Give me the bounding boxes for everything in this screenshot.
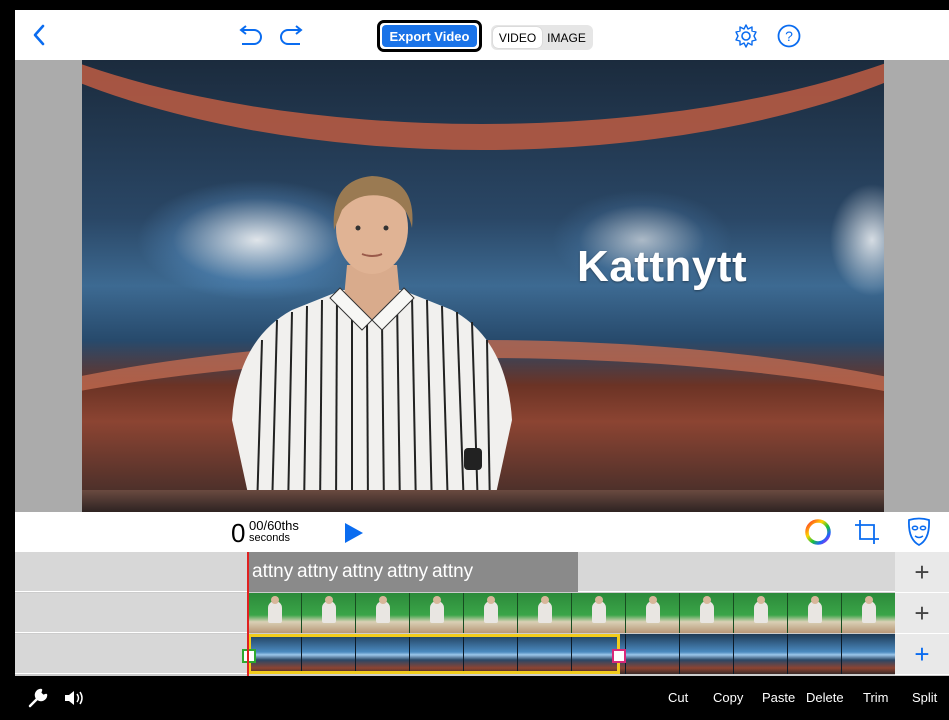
title-clip[interactable]: attny attny attny attny attny: [248, 552, 578, 592]
clip-thumbnail: [788, 593, 842, 633]
redo-icon[interactable]: [277, 23, 307, 47]
plus-icon: +: [914, 639, 930, 669]
studio-arc: [82, 60, 884, 150]
crop-icon[interactable]: [853, 518, 881, 546]
clip-thumbnail: [518, 593, 572, 633]
svg-text:?: ?: [785, 28, 793, 44]
play-icon[interactable]: [343, 522, 365, 549]
trim-end-handle[interactable]: [612, 649, 626, 663]
clip-thumbnail: [626, 593, 680, 633]
greenscreen-clip[interactable]: [248, 593, 895, 633]
clip-thumbnail: [680, 593, 734, 633]
back-chevron-icon[interactable]: [27, 22, 51, 48]
plus-icon: +: [914, 598, 930, 628]
mask-icon[interactable]: [904, 516, 934, 548]
playhead[interactable]: [247, 552, 249, 676]
copy-button[interactable]: Copy: [713, 690, 743, 705]
clip-thumbnail: [410, 593, 464, 633]
add-overlay-track-button[interactable]: +: [895, 593, 949, 634]
clip-thumbnail: [302, 593, 356, 633]
plus-icon: +: [914, 557, 930, 587]
trim-start-handle[interactable]: [242, 649, 256, 663]
mode-segmented-control: VIDEO IMAGE: [491, 25, 593, 50]
clip-thumbnail: [734, 593, 788, 633]
clip-thumbnail: [572, 593, 626, 633]
color-wheel-icon[interactable]: [803, 517, 833, 547]
clip-thumbnail: [842, 634, 895, 674]
clip-thumbnail: [464, 593, 518, 633]
clip-thumbnail: [248, 593, 302, 633]
add-background-track-button[interactable]: +: [895, 634, 949, 675]
playback-bar: 0 00/60ths seconds: [15, 512, 949, 552]
clip-thumbnail: [788, 634, 842, 674]
split-button[interactable]: Split: [912, 690, 937, 705]
paste-button[interactable]: Paste: [762, 690, 795, 705]
wrench-icon[interactable]: [26, 686, 50, 710]
undo-icon[interactable]: [235, 23, 265, 47]
presenter-image: [232, 176, 512, 512]
mode-video-tab[interactable]: VIDEO: [493, 27, 542, 48]
title-overlay-text[interactable]: Kattnytt: [577, 242, 747, 292]
preview-area: Kattnytt: [15, 60, 949, 512]
delete-button[interactable]: Delete: [806, 690, 844, 705]
add-title-track-button[interactable]: +: [895, 552, 949, 593]
video-preview[interactable]: Kattnytt: [82, 60, 884, 512]
help-icon[interactable]: ?: [776, 23, 802, 49]
settings-gear-icon[interactable]: [733, 23, 759, 49]
clip-thumbnail: [734, 634, 788, 674]
export-video-button[interactable]: Export Video: [377, 20, 482, 52]
clip-selection-box: [248, 634, 620, 674]
clip-thumbnail: [356, 593, 410, 633]
clip-thumbnail: [842, 593, 895, 633]
timeline: + + + attny attny attny attny attny: [15, 552, 949, 676]
time-seconds: 0: [231, 518, 246, 548]
bottom-action-bar: Cut Copy Paste Delete Trim Split: [0, 676, 949, 720]
trim-button[interactable]: Trim: [863, 690, 889, 705]
mode-image-tab[interactable]: IMAGE: [542, 27, 591, 48]
clip-thumbnail: [680, 634, 734, 674]
top-toolbar: Export Video VIDEO IMAGE ?: [15, 10, 949, 60]
studio-desk: [82, 490, 884, 512]
export-video-label: Export Video: [382, 25, 477, 47]
time-fraction: 00/60ths: [249, 518, 299, 533]
app-window: Export Video VIDEO IMAGE ? Kattnytt 0 00…: [0, 0, 949, 720]
clip-thumbnail: [626, 634, 680, 674]
title-clip-text: attny attny attny attny attny: [252, 561, 474, 582]
cut-button[interactable]: Cut: [668, 690, 688, 705]
volume-icon[interactable]: [62, 686, 88, 710]
time-unit-label: seconds: [249, 532, 290, 544]
